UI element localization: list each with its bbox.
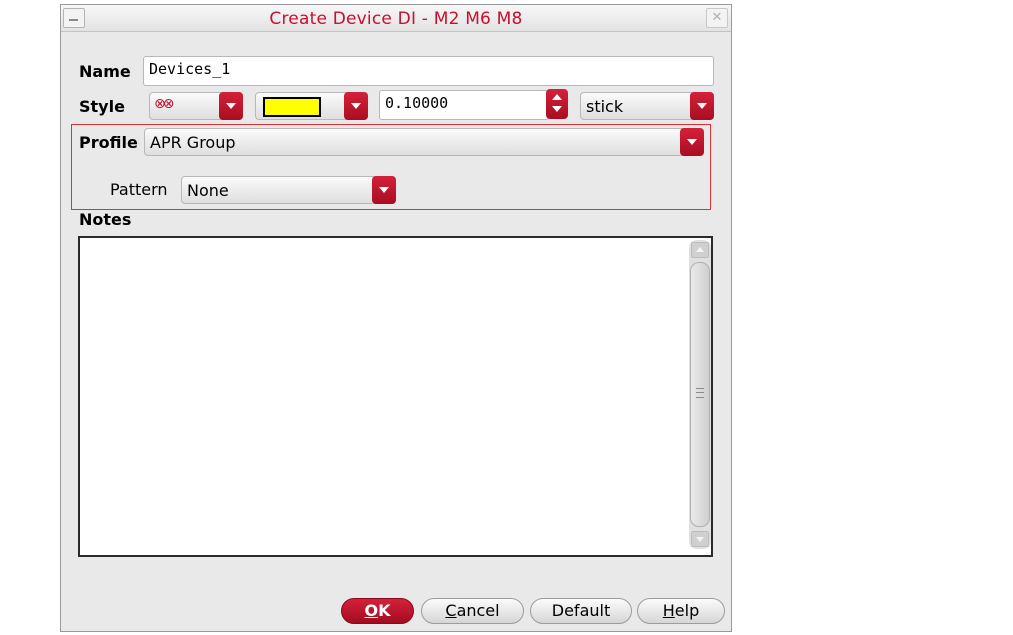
color-dropdown[interactable]	[255, 92, 368, 120]
cancel-mnemonic: C	[445, 601, 457, 620]
scroll-up-arrow-icon[interactable]	[691, 242, 709, 258]
line-style-icon: ⊗⊗	[154, 96, 175, 112]
cancel-button[interactable]: Cancel	[421, 598, 524, 624]
help-mnemonic: H	[662, 601, 675, 620]
chevron-down-icon[interactable]	[680, 128, 704, 156]
chevron-down-icon[interactable]	[344, 92, 368, 120]
color-swatch	[263, 97, 321, 117]
pattern-value: None	[187, 181, 229, 200]
name-input[interactable]: Devices_1	[143, 56, 714, 86]
help-button[interactable]: Help	[637, 598, 725, 624]
scroll-grip-icon	[696, 388, 704, 398]
title-bar[interactable]: Create Device DI - M2 M6 M8 ✕	[61, 5, 731, 32]
scroll-down-arrow-icon[interactable]	[691, 531, 709, 547]
draw-mode-value: stick	[586, 97, 624, 116]
spin-down-icon[interactable]	[552, 106, 562, 112]
default-button[interactable]: Default	[530, 598, 632, 624]
ok-label-rest: K	[378, 601, 391, 620]
name-label: Name	[79, 62, 131, 81]
profile-label: Profile	[79, 133, 138, 152]
line-style-dropdown[interactable]: ⊗⊗	[149, 92, 243, 120]
profile-dropdown[interactable]: APR Group	[144, 128, 704, 156]
cancel-label-rest: ancel	[456, 601, 500, 620]
close-icon[interactable]: ✕	[706, 8, 728, 28]
spin-updown-icon[interactable]	[546, 89, 568, 119]
draw-mode-dropdown[interactable]: stick	[580, 92, 714, 120]
chevron-down-icon[interactable]	[219, 92, 243, 120]
scroll-thumb[interactable]	[690, 262, 710, 527]
pattern-dropdown[interactable]: None	[181, 176, 396, 204]
window-title: Create Device DI - M2 M6 M8	[269, 9, 523, 29]
default-label: Default	[551, 601, 611, 620]
profile-value: APR Group	[150, 133, 236, 152]
chevron-down-icon[interactable]	[372, 176, 396, 204]
spin-up-icon[interactable]	[552, 94, 562, 100]
width-spinbox-input[interactable]: 0.10000	[379, 90, 549, 120]
pattern-label: Pattern	[110, 180, 168, 199]
ok-button[interactable]: OK	[341, 598, 414, 624]
ok-mnemonic: O	[364, 601, 379, 620]
notes-label: Notes	[79, 210, 132, 229]
notes-scrollbar[interactable]	[689, 240, 711, 549]
help-label-rest: elp	[674, 601, 700, 620]
notes-scroll-region	[78, 236, 713, 557]
chevron-down-icon[interactable]	[690, 92, 714, 120]
style-label: Style	[79, 97, 125, 116]
